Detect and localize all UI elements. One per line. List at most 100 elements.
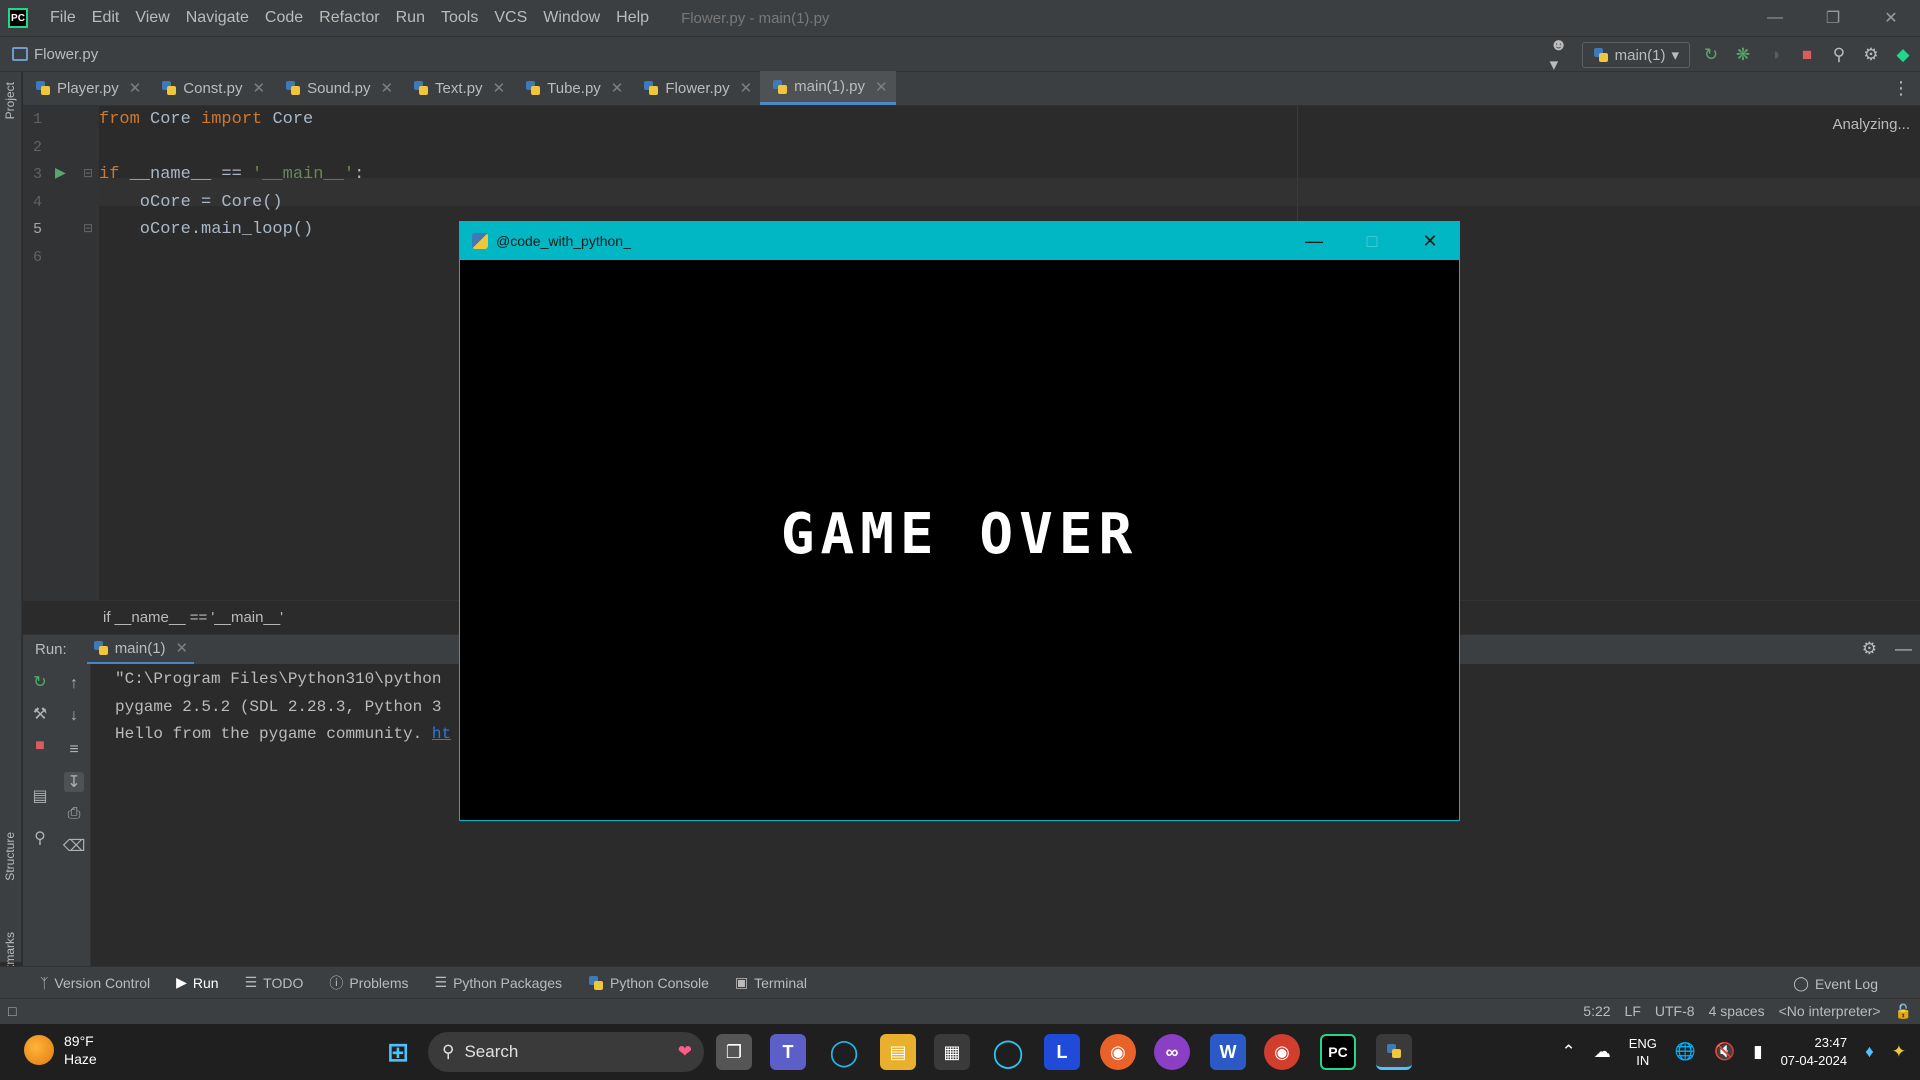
clock[interactable]: 23:47 07-04-2024 xyxy=(1781,1034,1848,1070)
rerun-icon[interactable]: ↻ xyxy=(30,672,50,692)
python-window-icon[interactable] xyxy=(1376,1034,1412,1070)
tool-todo[interactable]: ☰ TODO xyxy=(245,974,304,991)
run-gutter-icon[interactable]: ▶ xyxy=(55,164,66,181)
tab-main[interactable]: main(1).py ✕ xyxy=(760,71,896,105)
nav-breadcrumb-file[interactable]: Flower.py xyxy=(12,46,98,63)
wrench-icon[interactable]: ⚒ xyxy=(30,704,50,724)
weather-widget[interactable]: 89°F Haze xyxy=(24,1032,97,1068)
tool-python-packages[interactable]: ☰ Python Packages xyxy=(435,974,563,991)
edge-icon[interactable]: ◯ xyxy=(826,1034,862,1070)
close-icon[interactable]: ✕ xyxy=(176,639,189,657)
tool-version-control[interactable]: ᛉ Version Control xyxy=(40,975,150,991)
menu-window[interactable]: Window xyxy=(535,0,608,36)
menu-navigate[interactable]: Navigate xyxy=(178,0,257,36)
task-view-icon[interactable]: ❐ xyxy=(716,1034,752,1070)
close-icon[interactable]: ✕ xyxy=(875,78,888,96)
interpreter-status[interactable]: <No interpreter> xyxy=(1779,1003,1881,1020)
tab-text[interactable]: Text.py ✕ xyxy=(401,71,513,105)
menu-tools[interactable]: Tools xyxy=(433,0,486,36)
vpn-mask-icon[interactable]: ∞ xyxy=(1154,1034,1190,1070)
jetbrains-toolbox-icon[interactable]: ◆ xyxy=(1892,44,1914,66)
minimize-button[interactable]: — xyxy=(1746,0,1804,36)
menu-vcs[interactable]: VCS xyxy=(486,0,535,36)
close-icon[interactable]: ✕ xyxy=(252,79,265,97)
layout-icon[interactable]: ▤ xyxy=(30,786,50,806)
microsoft-store-icon[interactable]: ▦ xyxy=(934,1034,970,1070)
tab-tube[interactable]: Tube.py ✕ xyxy=(513,71,631,105)
teams-icon[interactable]: T xyxy=(770,1034,806,1070)
tool-event-log[interactable]: ◯ Event Log xyxy=(1793,975,1878,992)
gear-icon[interactable]: ⚙ xyxy=(1862,639,1877,659)
pygame-title-bar[interactable]: @code_with_python_ — □ ✕ xyxy=(460,222,1459,260)
console-link[interactable]: ht xyxy=(432,725,451,743)
windows-start-icon[interactable]: ⊞ xyxy=(380,1034,416,1070)
tool-python-console[interactable]: Python Console xyxy=(588,975,709,991)
chrome-icon[interactable]: ◉ xyxy=(1264,1034,1300,1070)
close-icon[interactable]: ✕ xyxy=(493,79,506,97)
caret-position[interactable]: 5:22 xyxy=(1583,1003,1610,1020)
scroll-to-end-icon[interactable]: ↧ xyxy=(64,772,84,792)
menu-edit[interactable]: Edit xyxy=(84,0,128,36)
battery-icon[interactable]: ▮ xyxy=(1753,1042,1762,1062)
coverage-icon[interactable]: ◑ xyxy=(1764,44,1786,66)
indent-setting[interactable]: 4 spaces xyxy=(1709,1003,1765,1020)
tab-const[interactable]: Const.py ✕ xyxy=(149,71,273,105)
menu-refactor[interactable]: Refactor xyxy=(311,0,387,36)
debug-icon[interactable]: ❋ xyxy=(1732,44,1754,66)
chevron-up-icon[interactable]: ⌃ xyxy=(1561,1042,1575,1062)
menu-help[interactable]: Help xyxy=(608,0,657,36)
menu-run[interactable]: Run xyxy=(388,0,433,36)
tool-terminal[interactable]: ▣ Terminal xyxy=(735,974,807,991)
file-explorer-icon[interactable]: ▤ xyxy=(880,1034,916,1070)
onedrive-icon[interactable]: ☁ xyxy=(1594,1042,1611,1062)
toggle-tool-windows-icon[interactable]: □ xyxy=(8,1003,16,1019)
taskbar-search[interactable]: ⚲ Search ❤ xyxy=(428,1032,704,1072)
structure-tool-label[interactable]: Structure xyxy=(3,832,17,881)
close-icon[interactable]: ✕ xyxy=(380,79,393,97)
pycharm-icon[interactable]: PC xyxy=(1320,1034,1356,1070)
alexa-icon[interactable]: ◯ xyxy=(990,1034,1026,1070)
run-tab-main[interactable]: main(1) ✕ xyxy=(86,635,195,665)
fold-end-icon[interactable]: ⊟ xyxy=(83,221,93,235)
tab-sound[interactable]: Sound.py ✕ xyxy=(273,71,401,105)
tool-problems[interactable]: ⓘ Problems xyxy=(329,973,408,993)
search-icon[interactable]: ⚲ xyxy=(1828,44,1850,66)
app-l-icon[interactable]: L xyxy=(1044,1034,1080,1070)
notification-bell-icon[interactable]: ♦ xyxy=(1865,1042,1874,1062)
soft-wrap-icon[interactable]: ≡ xyxy=(64,740,84,760)
close-icon[interactable]: ✕ xyxy=(740,79,753,97)
lock-icon[interactable]: 🔓 xyxy=(1895,1003,1912,1020)
word-icon[interactable]: W xyxy=(1210,1034,1246,1070)
network-icon[interactable]: 🌐 xyxy=(1675,1042,1696,1062)
copilot-icon[interactable]: ✦ xyxy=(1892,1042,1906,1062)
user-icon[interactable]: ☻▾ xyxy=(1550,35,1572,74)
rerun-icon[interactable]: ↻ xyxy=(1700,44,1722,66)
arrow-up-icon[interactable]: ↑ xyxy=(64,674,84,694)
line-separator[interactable]: LF xyxy=(1625,1003,1641,1020)
tab-flower[interactable]: Flower.py ✕ xyxy=(631,71,760,105)
project-tool-label[interactable]: Project xyxy=(3,82,17,119)
restore-button[interactable]: ❐ xyxy=(1804,0,1862,36)
pygame-window[interactable]: @code_with_python_ — □ ✕ GAME OVER xyxy=(459,221,1460,821)
minimize-button[interactable]: — xyxy=(1285,222,1343,260)
tab-player[interactable]: Player.py ✕ xyxy=(23,71,149,105)
gear-icon[interactable]: ⚙ xyxy=(1860,44,1882,66)
close-icon[interactable]: ✕ xyxy=(129,79,142,97)
firefox-icon[interactable]: ◉ xyxy=(1100,1034,1136,1070)
menu-code[interactable]: Code xyxy=(257,0,311,36)
trash-icon[interactable]: ⌫ xyxy=(63,836,86,856)
close-button[interactable]: ✕ xyxy=(1401,222,1459,260)
pin-icon[interactable]: ⚲ xyxy=(30,828,50,848)
fold-icon[interactable]: ⊟ xyxy=(83,166,93,180)
print-icon[interactable]: ⎙ xyxy=(64,804,84,824)
arrow-down-icon[interactable]: ↓ xyxy=(64,706,84,726)
menu-file[interactable]: File xyxy=(42,0,84,36)
close-icon[interactable]: ✕ xyxy=(611,79,624,97)
menu-view[interactable]: View xyxy=(127,0,177,36)
run-config-selector[interactable]: main(1) ▾ xyxy=(1581,42,1690,68)
file-encoding[interactable]: UTF-8 xyxy=(1655,1003,1695,1020)
more-tabs-icon[interactable]: ⋮ xyxy=(1892,78,1910,99)
hide-panel-icon[interactable]: — xyxy=(1895,639,1912,659)
volume-muted-icon[interactable]: 🔇 xyxy=(1714,1042,1735,1062)
language-indicator[interactable]: ENG IN xyxy=(1629,1035,1657,1069)
